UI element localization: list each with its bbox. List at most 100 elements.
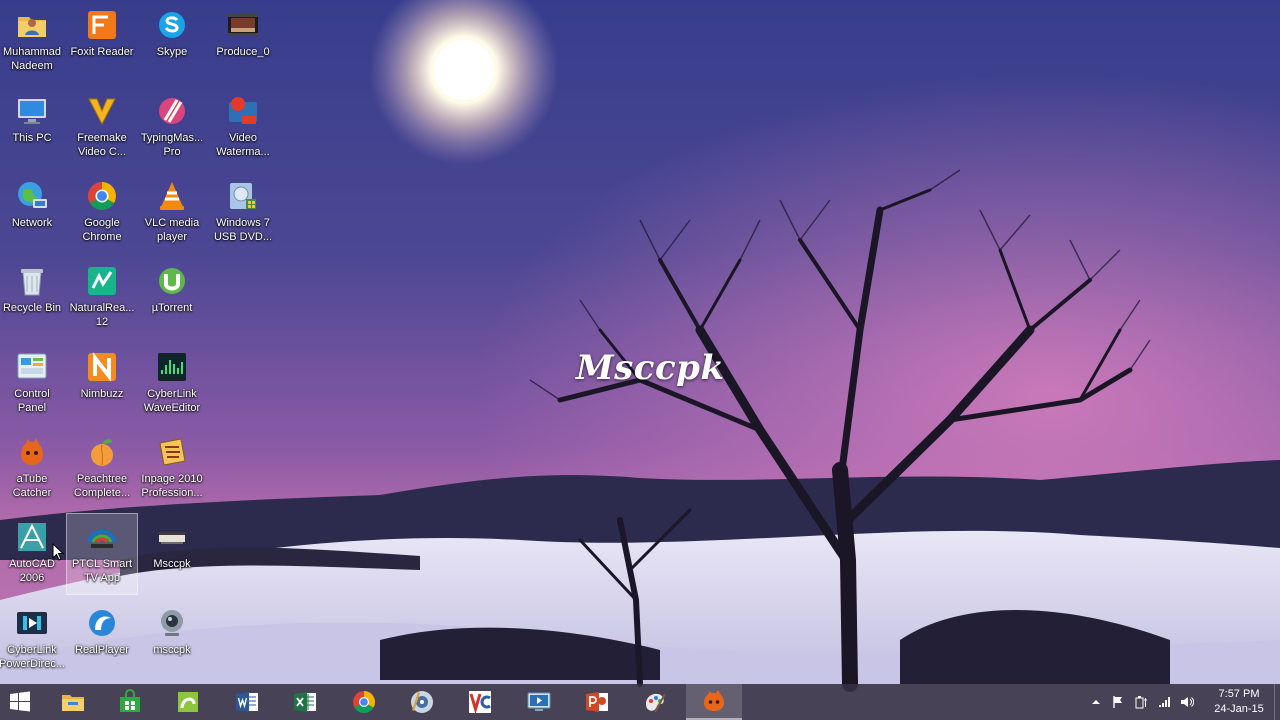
excel-icon (291, 688, 319, 716)
taskbar-chrome[interactable] (336, 684, 392, 720)
desktop-icon-peachtree[interactable]: Peachtree Complete... (67, 429, 137, 509)
desktop-icon-label: Msccpk (153, 558, 191, 570)
atube-catcher-icon (15, 435, 49, 469)
realplayer-icon (85, 606, 119, 640)
video-thumbnail-icon (226, 8, 260, 42)
desktop-icon-label: RealPlayer (75, 644, 129, 656)
desktop-icon-msccpk-webcam[interactable]: msccpk (137, 600, 207, 680)
tray-network[interactable] (1156, 694, 1172, 710)
typingmaster-icon (155, 94, 189, 128)
taskbar-media-app[interactable] (394, 684, 450, 720)
desktop-icon-label: Produce_0 (216, 46, 270, 58)
desktop-icon-vlc[interactable]: VLC media player (137, 173, 207, 253)
desktop-icon-label: Windows 7 USB DVD... (213, 217, 273, 243)
desktop-icon-label: Foxit Reader (70, 46, 134, 58)
vc-app-icon (466, 688, 494, 716)
desktop-icon-label: PTCL Smart TV App (71, 558, 133, 584)
chevron-up-icon (1089, 695, 1103, 709)
desktop-icon-freemake[interactable]: Freemake Video C... (67, 88, 137, 168)
taskbar-atube-catcher[interactable] (686, 684, 742, 720)
recycle-bin-icon (15, 264, 49, 298)
show-hidden-icons-button[interactable] (1088, 694, 1104, 710)
desktop-icon-label: CyberLink WaveEditor (143, 388, 201, 414)
desktop-icon-inpage[interactable]: Inpage 2010 Profession... (137, 429, 207, 509)
desktop-icon-network[interactable]: Network (0, 173, 67, 253)
taskbar-file-explorer[interactable] (45, 684, 101, 720)
taskbar-word[interactable] (219, 684, 275, 720)
desktop-icon-label: Freemake Video C... (77, 132, 127, 158)
clock-time: 7:57 PM (1218, 688, 1260, 700)
network-globe-icon (15, 179, 49, 213)
user-folder-icon (15, 8, 49, 42)
desktop-icon-atube-catcher[interactable]: aTube Catcher (0, 429, 67, 509)
desktop-icon-label: AutoCAD 2006 (9, 558, 55, 584)
desktop-icon-video-watermark[interactable]: Video Waterma... (208, 88, 278, 168)
control-panel-icon (15, 350, 49, 384)
desktop-icon-label: Peachtree Complete... (73, 473, 131, 499)
taskbar-clock[interactable]: 7:57 PM 24-Jan-15 (1206, 687, 1272, 717)
desktop-icon-realplayer[interactable]: RealPlayer (67, 600, 137, 680)
desktop-icon-google-chrome[interactable]: Google Chrome (67, 173, 137, 253)
watermark-text: Msccpk (576, 348, 725, 388)
volume-icon (1180, 695, 1194, 709)
desktop-icon-powerdirector[interactable]: CyberLink PowerDirec... (0, 600, 67, 680)
chrome-icon (350, 688, 378, 716)
desktop-icon-label: Skype (156, 46, 188, 58)
taskbar-store[interactable] (102, 684, 158, 720)
media-disc-icon (408, 688, 436, 716)
desktop-icon-label: Network (11, 217, 53, 229)
tray-power[interactable] (1133, 694, 1149, 710)
naturalreader-icon (85, 264, 119, 298)
desktop-icon-label: aTube Catcher (12, 473, 52, 499)
tray-action-center[interactable] (1110, 694, 1126, 710)
windows-start-icon (6, 688, 34, 716)
paint-icon (641, 688, 669, 716)
taskbar-paint-app[interactable] (627, 684, 683, 720)
desktop-icon-foxit-reader[interactable]: Foxit Reader (67, 2, 137, 82)
desktop-icon-skype[interactable]: Skype (137, 2, 207, 82)
computer-icon (15, 94, 49, 128)
desktop-icon-nimbuzz[interactable]: Nimbuzz (67, 344, 137, 424)
taskbar-video-app[interactable] (511, 684, 567, 720)
desktop-icon-control-panel[interactable]: Control Panel (0, 344, 67, 424)
desktop-icon-recycle-bin[interactable]: Recycle Bin (0, 258, 67, 338)
msccpk-video-icon (155, 520, 189, 554)
desktop-icon-label: Muhammad Nadeem (2, 46, 62, 72)
taskbar-vc-app[interactable] (452, 684, 508, 720)
taskbar (0, 684, 1280, 720)
desktop-icon-label: Recycle Bin (2, 302, 62, 314)
taskbar-camtasia[interactable] (160, 684, 216, 720)
flag-icon (1111, 695, 1125, 709)
desktop-icon-produce[interactable]: Produce_0 (208, 2, 278, 82)
powerdirector-icon (15, 606, 49, 640)
desktop-icon-muhammad-nadeem[interactable]: Muhammad Nadeem (0, 2, 67, 82)
ptcl-smart-tv-icon (85, 520, 119, 554)
desktop-icon-usb-dvd-tool[interactable]: Windows 7 USB DVD... (208, 173, 278, 253)
desktop-icon-label: TypingMas... Pro (140, 132, 204, 158)
desktop-icon-label: Inpage 2010 Profession... (141, 473, 203, 499)
camtasia-icon (174, 688, 202, 716)
mouse-cursor-icon (52, 543, 64, 561)
desktop-icon-waveeditor[interactable]: CyberLink WaveEditor (137, 344, 207, 424)
desktop-icon-label: VLC media player (144, 217, 200, 243)
desktop-icon-utorrent[interactable]: µTorrent (137, 258, 207, 338)
desktop-icon-label: Video Waterma... (216, 132, 270, 158)
start-button[interactable] (0, 684, 48, 720)
tray-volume[interactable] (1179, 694, 1195, 710)
signal-bars-icon (1157, 695, 1171, 709)
skype-icon (155, 8, 189, 42)
usb-dvd-tool-icon (226, 179, 260, 213)
taskbar-powerpoint[interactable] (569, 684, 625, 720)
desktop-icon-naturalreader[interactable]: NaturalRea... 12 (67, 258, 137, 338)
desktop-icon-msccpk-video[interactable]: Msccpk (137, 514, 207, 594)
desktop-icon-ptcl-smart-tv[interactable]: PTCL Smart TV App (66, 513, 138, 595)
desktop-icon-typingmaster[interactable]: TypingMas... Pro (137, 88, 207, 168)
taskbar-excel[interactable] (277, 684, 333, 720)
desktop-icon-label: This PC (12, 132, 52, 144)
chrome-icon (85, 179, 119, 213)
clock-date: 24-Jan-15 (1214, 703, 1264, 715)
desktop-icon-label: Google Chrome (82, 217, 122, 243)
desktop-icon-this-pc[interactable]: This PC (0, 88, 67, 168)
show-desktop-button[interactable] (1274, 684, 1280, 720)
folder-icon (59, 688, 87, 716)
